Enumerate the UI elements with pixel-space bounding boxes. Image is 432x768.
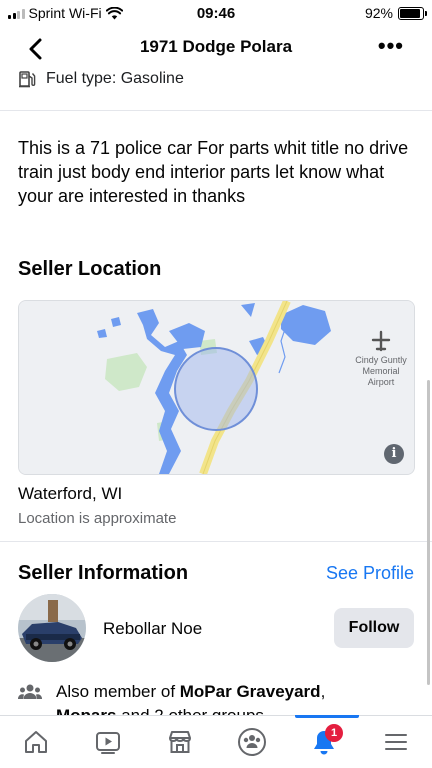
see-profile-link[interactable]: See Profile	[326, 563, 414, 584]
status-bar: Sprint Wi-Fi 09:46 92%	[0, 0, 432, 28]
location-note: Location is approximate	[18, 510, 177, 527]
listing-description: This is a 71 police car For parts whit t…	[18, 138, 409, 206]
group-members-icon	[18, 684, 42, 699]
more-options-icon[interactable]: •••	[378, 35, 404, 57]
map-info-icon[interactable]: i	[384, 444, 404, 464]
seller-location-heading: Seller Location	[18, 258, 162, 280]
fuel-pump-icon	[19, 71, 36, 88]
fuel-type-row: Fuel type: Gasoline	[18, 70, 184, 88]
home-icon	[25, 731, 47, 753]
divider	[0, 110, 432, 111]
airport-label: Cindy Guntly Memorial Airport	[355, 355, 407, 387]
tab-video[interactable]	[72, 716, 144, 768]
seller-information-heading: Seller Information	[18, 562, 189, 584]
divider	[0, 541, 432, 542]
tab-marketplace[interactable]	[144, 716, 216, 768]
tab-menu[interactable]	[360, 716, 432, 768]
bottom-tab-bar: 1	[0, 715, 432, 768]
battery-icon	[398, 6, 427, 20]
notification-badge: 1	[325, 724, 343, 742]
follow-button[interactable]: Follow	[334, 608, 414, 648]
battery-percent: 92%	[364, 5, 393, 21]
battery-status: 92%	[364, 5, 427, 21]
seller-avatar[interactable]	[18, 594, 86, 662]
fuel-type-label: Fuel type: Gasoline	[46, 70, 184, 87]
location-name: Waterford, WI	[18, 484, 123, 503]
tab-notifications[interactable]: 1	[288, 716, 360, 768]
group-link[interactable]: MoPar Graveyard	[180, 682, 321, 701]
tab-home[interactable]	[0, 716, 72, 768]
tab-groups[interactable]	[216, 716, 288, 768]
video-icon	[96, 732, 120, 754]
active-tab-indicator	[295, 715, 359, 718]
groups-icon	[238, 728, 266, 756]
marketplace-icon	[169, 731, 191, 753]
menu-icon	[385, 734, 407, 750]
scrollbar[interactable]	[427, 380, 430, 685]
page-title: 1971 Dodge Polara	[139, 37, 293, 56]
seller-location-map[interactable]: Cindy Guntly Memorial Airport i	[18, 300, 415, 475]
top-navigation-bar: 1971 Dodge Polara •••	[0, 28, 432, 68]
seller-name[interactable]: Rebollar Noe	[103, 619, 202, 639]
